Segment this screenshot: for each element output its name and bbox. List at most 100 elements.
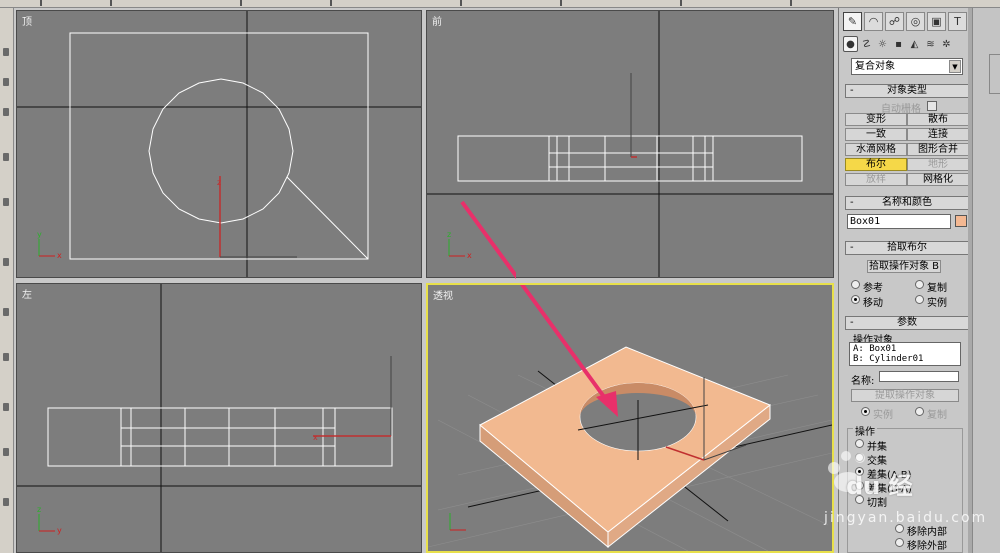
name-color-rollout-header[interactable]: - 名称和颜色 <box>845 196 969 210</box>
tool-icon[interactable] <box>3 353 9 361</box>
viewport-top-scene: z y x <box>17 11 421 277</box>
chevron-down-icon[interactable]: ▼ <box>949 60 961 73</box>
scatter-button[interactable]: 散布 <box>907 113 969 126</box>
annotation-arrow-upper <box>460 200 516 280</box>
cylinder-outline <box>148 78 294 224</box>
watermark-logo-text: du 经 <box>846 472 913 500</box>
pick-boolean-rollout-header[interactable]: - 拾取布尔 <box>845 241 969 255</box>
loft-button[interactable]: 放样 <box>845 173 907 186</box>
tool-icon[interactable] <box>3 48 9 56</box>
modify-tab-icon[interactable]: ◠ <box>864 12 883 31</box>
tool-icon[interactable] <box>3 198 9 206</box>
toolbar-tool[interactable] <box>790 0 792 6</box>
operands-list[interactable]: A: Box01 B: Cylinder01 <box>849 342 961 366</box>
create-tab-icon[interactable]: ✎ <box>843 12 862 31</box>
toolbar-tool[interactable] <box>680 0 682 6</box>
collapse-icon: - <box>850 85 854 96</box>
shapes-icon[interactable]: ☡ <box>859 36 874 52</box>
move-label: 移动 <box>863 298 883 309</box>
shapemerge-button[interactable]: 图形合并 <box>907 143 969 156</box>
tool-icon[interactable] <box>3 403 9 411</box>
spacewarps-icon[interactable]: ≋ <box>923 36 938 52</box>
mesher-button[interactable]: 网格化 <box>907 173 969 186</box>
box-outline <box>47 407 393 467</box>
lights-icon[interactable]: ☼ <box>875 36 890 52</box>
geometry-icon[interactable]: ● <box>843 36 858 52</box>
motion-tab-icon[interactable]: ◎ <box>906 12 925 31</box>
object-type-rollout-header[interactable]: - 对象类型 <box>845 84 969 98</box>
toolbar-tool[interactable] <box>110 0 112 6</box>
box-outline <box>457 135 803 182</box>
object-type-title: 对象类型 <box>887 85 927 96</box>
max-window: 顶 z y x 前 z x 左 x z y 透视 ✎ ◠ ☍ ◎ ▣ T ● ☡… <box>0 0 1000 553</box>
pick-operand-b-button[interactable]: 拾取操作对象 B <box>867 260 941 273</box>
toolbar-tool[interactable] <box>40 0 42 6</box>
main-toolbar <box>0 0 1000 8</box>
world-axis-y-label: y <box>57 526 62 535</box>
reference-label: 参考 <box>863 283 883 294</box>
extract-copy-radio[interactable] <box>915 407 924 416</box>
toolbar-tool[interactable] <box>330 0 332 6</box>
morph-button[interactable]: 变形 <box>845 113 907 126</box>
watermark-url: jingyan.baidu.com <box>824 510 988 526</box>
toolbar-tool[interactable] <box>560 0 562 6</box>
display-tab-icon[interactable]: ▣ <box>927 12 946 31</box>
extract-instance-radio[interactable] <box>861 407 870 416</box>
world-axis-x-label: x <box>57 251 62 260</box>
viewport-left-scene: x z y <box>17 284 421 552</box>
toolbar-tool[interactable] <box>240 0 242 6</box>
gizmo-y-label: x <box>313 433 318 442</box>
extract-copy-label: 复制 <box>927 410 947 421</box>
toolbar-tool[interactable] <box>460 0 462 6</box>
helpers-icon[interactable]: ◭ <box>907 36 922 52</box>
box-outline <box>69 32 369 260</box>
systems-icon[interactable]: ✲ <box>939 36 954 52</box>
cameras-icon[interactable]: ▪ <box>891 36 906 52</box>
instance-radio[interactable] <box>915 295 924 304</box>
left-toolbar <box>0 8 14 553</box>
operand-b-item[interactable]: B: Cylinder01 <box>853 354 957 364</box>
world-axis-z-label: z <box>37 505 41 514</box>
annotation-arrow-shaft-upper <box>460 200 516 280</box>
tool-icon[interactable] <box>3 78 9 86</box>
remove-outside-radio[interactable] <box>895 538 904 547</box>
tool-icon[interactable] <box>3 308 9 316</box>
connect-button[interactable]: 连接 <box>907 128 969 141</box>
terrain-button[interactable]: 地形 <box>907 158 969 171</box>
object-name-input[interactable]: Box01 <box>847 214 951 229</box>
tool-icon[interactable] <box>3 448 9 456</box>
hierarchy-tab-icon[interactable]: ☍ <box>885 12 904 31</box>
object-color-swatch[interactable] <box>955 215 967 227</box>
copy-label: 复制 <box>927 283 947 294</box>
cylinder-section-line <box>286 176 369 260</box>
tool-icon[interactable] <box>3 153 9 161</box>
operation-label: 操作 <box>853 423 877 438</box>
tool-icon[interactable] <box>3 498 9 506</box>
gizmo-z-label: z <box>217 178 221 187</box>
reference-radio[interactable] <box>851 280 860 289</box>
world-axis-y-label: y <box>37 230 42 239</box>
operand-a-item[interactable]: A: Box01 <box>853 344 957 354</box>
tool-icon[interactable] <box>3 108 9 116</box>
boolean-button[interactable]: 布尔 <box>845 158 907 171</box>
parameters-rollout-header[interactable]: - 参数 <box>845 316 969 330</box>
autogrid-checkbox[interactable] <box>927 101 937 111</box>
operand-name-label: 名称: <box>851 376 875 387</box>
collapse-icon: - <box>850 197 854 208</box>
remove-outside-label: 移除外部 <box>907 541 947 552</box>
collapse-icon: - <box>850 317 854 328</box>
viewport-left[interactable]: 左 x z y <box>16 283 422 553</box>
blobmesh-button[interactable]: 水滴网格 <box>845 143 907 156</box>
move-radio[interactable] <box>851 295 860 304</box>
conform-button[interactable]: 一致 <box>845 128 907 141</box>
extract-operand-button[interactable]: 提取操作对象 <box>851 389 959 402</box>
utilities-tab-icon[interactable]: T <box>948 12 967 31</box>
copy-radio[interactable] <box>915 280 924 289</box>
object-category-value: 复合对象 <box>855 61 895 72</box>
create-category-tabs: ● ☡ ☼ ▪ ◭ ≋ ✲ <box>843 36 969 54</box>
object-category-dropdown[interactable]: 复合对象 ▼ <box>851 58 963 75</box>
viewport-top[interactable]: 顶 z y x <box>16 10 422 278</box>
tool-icon[interactable] <box>3 258 9 266</box>
operand-name-input[interactable] <box>879 371 959 382</box>
viewport-perspective[interactable]: 透视 <box>426 283 834 553</box>
